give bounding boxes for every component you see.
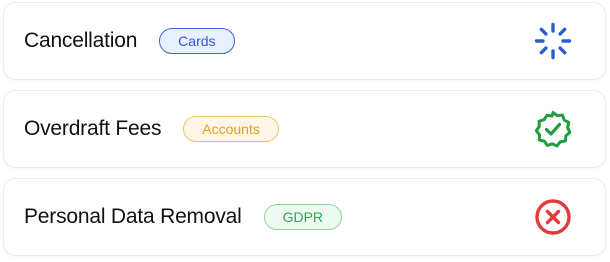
list-item-personal-data-removal[interactable]: Personal Data Removal GDPR (3, 178, 606, 256)
item-title: Cancellation (24, 29, 138, 52)
error-x-icon (533, 197, 573, 237)
item-title: Overdraft Fees (24, 117, 162, 140)
verified-badge-icon (533, 109, 573, 149)
list-item-overdraft-fees[interactable]: Overdraft Fees Accounts (3, 90, 606, 168)
category-tag: Cards (159, 28, 235, 54)
request-list: Cancellation Cards Overdraft Fees Accoun… (3, 2, 606, 256)
item-title: Personal Data Removal (24, 205, 242, 228)
category-tag: Accounts (183, 116, 279, 142)
category-tag: GDPR (263, 204, 343, 230)
spinner-icon (533, 21, 573, 61)
list-item-cancellation[interactable]: Cancellation Cards (3, 2, 606, 80)
